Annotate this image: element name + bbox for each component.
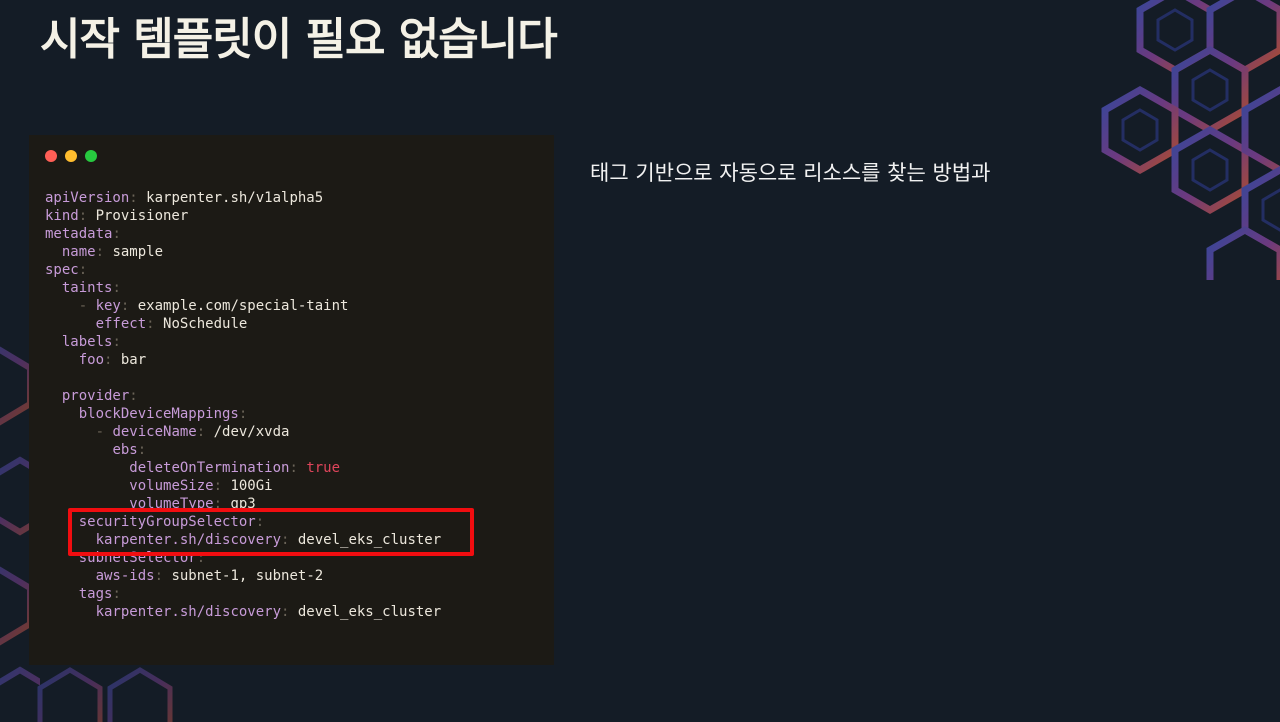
- code-colon: :: [129, 190, 147, 206]
- code-line: blockDeviceMappings:: [45, 405, 441, 423]
- code-colon: :: [78, 262, 88, 278]
- slide: 시작 템플릿이 필요 없습니다 태그 기반으로 자동으로 리소스를 찾는 방법과…: [0, 0, 1280, 722]
- code-line: spec:: [45, 261, 441, 279]
- code-line: aws-ids: subnet-1, subnet-2: [45, 567, 441, 585]
- hexagon-pattern-bottom-icon: [37, 667, 173, 722]
- close-dot-icon: [45, 150, 57, 162]
- code-value: true: [306, 460, 341, 476]
- slide-title: 시작 템플릿이 필요 없습니다: [40, 14, 558, 65]
- code-key: kind: [45, 208, 79, 224]
- code-colon: :: [112, 226, 121, 242]
- code-key: karpenter.sh/discovery: [95, 604, 282, 620]
- slide-caption: 태그 기반으로 자동으로 리소스를 찾는 방법과: [590, 161, 991, 185]
- code-line: - deviceName: /dev/xvda: [45, 423, 441, 441]
- code-key: apiVersion: [45, 190, 130, 206]
- code-line: provider:: [45, 387, 441, 405]
- window-controls: [45, 150, 105, 163]
- code-colon: :: [154, 568, 172, 584]
- maximize-dot-icon: [85, 150, 97, 162]
- code-value: karpenter.sh/v1alpha5: [146, 190, 324, 206]
- code-colon: :: [146, 316, 164, 332]
- code-colon: :: [196, 424, 214, 440]
- code-key: blockDeviceMappings: [78, 406, 239, 422]
- code-key: effect: [95, 316, 147, 332]
- code-value: subnet-1, subnet-2: [171, 568, 324, 584]
- code-line: name: sample: [45, 243, 441, 261]
- code-line: karpenter.sh/discovery: devel_eks_cluste…: [45, 603, 442, 621]
- code-key: metadata: [45, 226, 113, 242]
- code-key: deviceName: [112, 424, 197, 440]
- code-colon: :: [120, 298, 138, 314]
- code-colon: :: [78, 208, 96, 224]
- code-value: example.com/special-taint: [137, 298, 349, 314]
- code-key: labels: [61, 334, 113, 350]
- yaml-code-block: apiVersion: karpenter.sh/v1alpha5 kind: P…: [45, 189, 441, 621]
- code-value: bar: [120, 352, 147, 368]
- code-colon: :: [112, 280, 121, 296]
- code-line: ebs:: [45, 441, 441, 459]
- code-key: tags: [78, 586, 113, 602]
- code-line: labels:: [45, 333, 441, 351]
- code-line: deleteOnTermination: true: [45, 459, 441, 477]
- code-key: taints: [61, 280, 113, 296]
- code-key: aws-ids: [95, 568, 155, 584]
- code-key: foo: [78, 352, 105, 368]
- code-window: apiVersion: karpenter.sh/v1alpha5 kind: P…: [29, 135, 554, 665]
- minimize-dot-icon: [65, 150, 77, 162]
- code-line: kind: Provisioner: [45, 207, 441, 225]
- code-value: sample: [112, 244, 164, 260]
- code-colon: :: [95, 244, 113, 260]
- code-value: 100Gi: [230, 478, 273, 494]
- code-key: spec: [45, 262, 79, 278]
- code-value: NoSchedule: [163, 316, 248, 332]
- code-value: devel_eks_cluster: [297, 604, 442, 620]
- code-key: name: [61, 244, 96, 260]
- code-value: Provisioner: [95, 208, 189, 224]
- code-line: taints:: [45, 279, 441, 297]
- code-colon: :: [129, 388, 138, 404]
- code-colon: :: [104, 352, 121, 368]
- code-value: /dev/xvda: [213, 424, 290, 440]
- code-colon: :: [112, 334, 121, 350]
- hexagon-cube-pattern-icon: [1101, 0, 1280, 280]
- code-colon: :: [289, 460, 307, 476]
- code-line: foo: bar: [45, 351, 441, 369]
- code-key: volumeSize: [129, 478, 214, 494]
- code-key: deleteOnTermination: [129, 460, 290, 476]
- code-line: effect: NoSchedule: [45, 315, 441, 333]
- code-line: - key: example.com/special-taint: [45, 297, 441, 315]
- code-list-dash: -: [95, 424, 113, 440]
- code-colon: :: [213, 478, 231, 494]
- code-key: provider: [61, 388, 130, 404]
- code-key: ebs: [112, 442, 138, 458]
- code-line: metadata:: [45, 225, 441, 243]
- code-line: volumeSize: 100Gi: [45, 477, 441, 495]
- code-colon: :: [281, 604, 298, 620]
- code-line: tags:: [45, 585, 441, 603]
- code-list-dash: -: [78, 298, 96, 314]
- code-colon: :: [112, 586, 121, 602]
- code-colon: :: [137, 442, 147, 458]
- code-key: key: [95, 298, 121, 314]
- code-colon: :: [238, 406, 248, 422]
- highlight-box: [68, 508, 474, 556]
- code-line: apiVersion: karpenter.sh/v1alpha5: [45, 189, 441, 207]
